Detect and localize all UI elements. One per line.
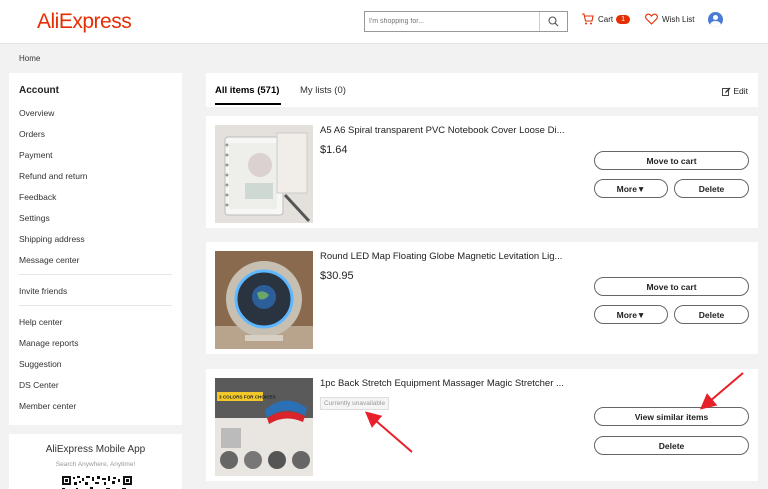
sidebar-divider [19,274,172,275]
heart-icon [645,13,658,25]
cart-count-badge: 1 [616,14,631,24]
qr-code-icon [62,476,132,489]
sidebar-item-payment[interactable]: Payment [19,150,53,160]
unavailable-badge: Currently unavailable [320,397,390,410]
breadcrumb-home[interactable]: Home [19,54,40,63]
search-icon [548,16,559,27]
sidebar-item-member-center[interactable]: Member center [19,401,76,411]
sidebar-item-manage-reports[interactable]: Manage reports [19,338,79,348]
more-dropdown-button[interactable]: More▼ [594,305,668,324]
wishlist-tabs-bar: All items (571) My lists (0) Edit [206,73,758,107]
sidebar-title: Account [19,85,59,96]
sidebar-item-feedback[interactable]: Feedback [19,192,56,202]
search-bar [364,11,568,32]
sidebar-item-shipping-address[interactable]: Shipping address [19,234,85,244]
sidebar-item-settings[interactable]: Settings [19,213,50,223]
sidebar-item-message-center[interactable]: Message center [19,255,79,265]
product-title[interactable]: Round LED Map Floating Globe Magnetic Le… [320,251,562,262]
product-image[interactable] [215,125,313,223]
account-sidebar: Account Overview Orders Payment Refund a… [9,73,182,425]
cart-icon [582,13,594,25]
product-price: $30.95 [320,270,354,282]
cart-label: Cart [598,14,614,24]
product-price: $1.64 [320,144,348,156]
wishlist-item: A5 A6 Spiral transparent PVC Notebook Co… [206,116,758,228]
sidebar-item-refund[interactable]: Refund and return [19,171,88,181]
active-tab-underline [215,103,281,105]
wishlist-label: Wish List [662,14,695,24]
wishlist-link[interactable]: Wish List [645,13,694,25]
delete-button[interactable]: Delete [674,305,749,324]
product-image[interactable]: 3 COLORS FOR CHOICES [215,378,313,476]
delete-button[interactable]: Delete [674,179,749,198]
search-input[interactable] [365,12,540,31]
mobile-app-title: AliExpress Mobile App [45,444,146,455]
mobile-app-promo: AliExpress Mobile App Search Anywhere, A… [9,434,182,489]
edit-icon [722,87,731,96]
sidebar-item-suggestion[interactable]: Suggestion [19,359,62,369]
tab-all-items[interactable]: All items (571) [215,85,279,96]
sidebar-item-orders[interactable]: Orders [19,129,45,139]
product-image-caption: 3 COLORS FOR CHOICES [219,395,276,400]
edit-button[interactable]: Edit [722,86,748,96]
top-header: AliExpress Cart 1 Wish List [0,0,768,44]
mobile-app-subtitle: Search Anywhere, Anytime! [55,461,136,468]
edit-label: Edit [733,86,748,96]
move-to-cart-button[interactable]: Move to cart [594,277,749,296]
product-title[interactable]: 1pc Back Stretch Equipment Massager Magi… [320,378,564,389]
wishlist-item: 3 COLORS FOR CHOICES 1pc Back Stretch Eq… [206,369,758,481]
cart-link[interactable]: Cart 1 [581,13,631,25]
search-button[interactable] [539,12,567,31]
product-title[interactable]: A5 A6 Spiral transparent PVC Notebook Co… [320,125,565,136]
delete-button[interactable]: Delete [594,436,749,455]
move-to-cart-button[interactable]: Move to cart [594,151,749,170]
sidebar-item-overview[interactable]: Overview [19,108,54,118]
view-similar-items-button[interactable]: View similar items [594,407,749,426]
sidebar-item-invite-friends[interactable]: Invite friends [19,286,67,296]
user-avatar[interactable] [708,12,723,27]
sidebar-item-ds-center[interactable]: DS Center [19,380,59,390]
wishlist-item: Round LED Map Floating Globe Magnetic Le… [206,242,758,354]
more-dropdown-button[interactable]: More▼ [594,179,668,198]
aliexpress-logo[interactable]: AliExpress [37,10,132,34]
tab-my-lists[interactable]: My lists (0) [300,85,346,96]
sidebar-divider [19,305,172,306]
product-image[interactable] [215,251,313,349]
sidebar-item-help-center[interactable]: Help center [19,317,62,327]
